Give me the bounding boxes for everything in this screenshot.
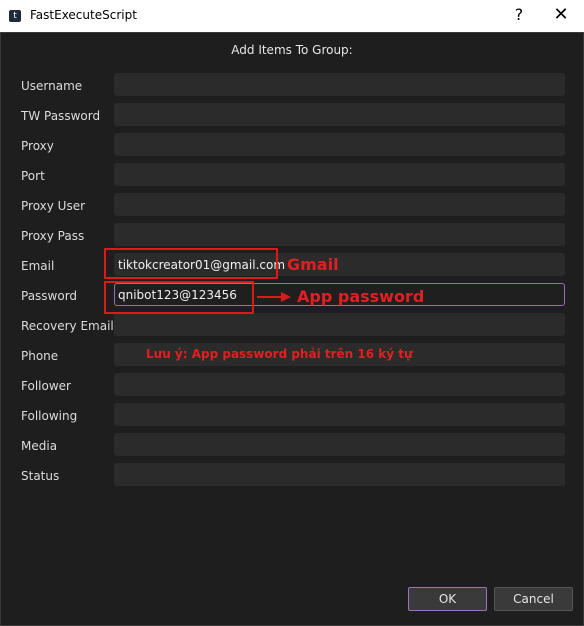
following-label: Following (21, 409, 78, 423)
proxy-field[interactable] (114, 133, 565, 156)
close-button[interactable]: ✕ (552, 4, 570, 25)
status-field[interactable] (114, 463, 565, 486)
proxy-user-label: Proxy User (21, 199, 86, 213)
status-label: Status (21, 469, 60, 483)
phone-label: Phone (21, 349, 59, 363)
tw-password-field[interactable] (114, 103, 565, 126)
ok-button[interactable]: OK (408, 587, 487, 611)
tw-password-label: TW Password (21, 109, 101, 123)
proxy-pass-label: Proxy Pass (21, 229, 85, 243)
port-label: Port (21, 169, 45, 183)
recovery-email-label: Recovery Email (21, 319, 114, 333)
proxy-label: Proxy (21, 139, 54, 153)
help-button[interactable]: ? (511, 5, 527, 24)
username-label: Username (21, 79, 83, 93)
window-title: FastExecuteScript (30, 8, 137, 22)
dialog-heading: Add Items To Group: (231, 43, 353, 57)
follower-label: Follower (21, 379, 71, 393)
twitter-icon: t (9, 10, 21, 22)
proxy-user-field[interactable] (114, 193, 565, 216)
media-label: Media (21, 439, 58, 453)
app-password-annotation: App password (297, 287, 425, 306)
follower-field[interactable] (114, 373, 565, 396)
username-field[interactable] (114, 73, 565, 96)
gmail-annotation: Gmail (287, 255, 339, 274)
email-label: Email (21, 259, 55, 273)
proxy-pass-field[interactable] (114, 223, 565, 246)
password-label: Password (21, 289, 78, 303)
title-bar: t FastExecuteScript ? ✕ (0, 0, 584, 32)
cancel-button[interactable]: Cancel (494, 587, 573, 611)
recovery-email-field[interactable] (114, 313, 565, 336)
port-field[interactable] (114, 163, 565, 186)
media-field[interactable] (114, 433, 565, 456)
arrow-right-icon (281, 292, 291, 302)
following-field[interactable] (114, 403, 565, 426)
email-field[interactable] (114, 253, 565, 276)
note-annotation: Lưu ý: App password phải trên 16 ký tự (146, 347, 413, 361)
arrow-line (257, 296, 283, 298)
